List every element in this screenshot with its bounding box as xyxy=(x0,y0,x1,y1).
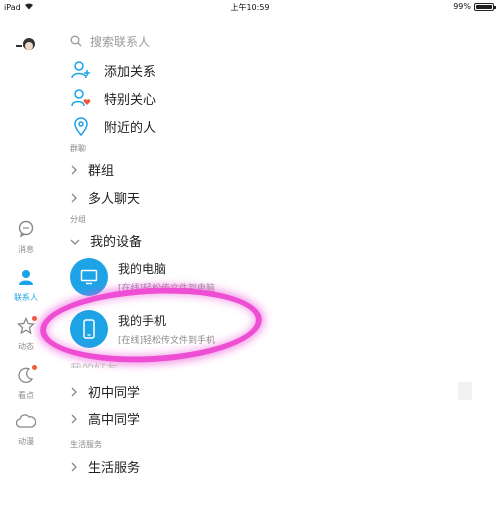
group-item-senior-high[interactable]: 高中同学 xyxy=(70,409,140,428)
group-item-junior-high[interactable]: 初中同学 xyxy=(70,382,140,401)
nav-item-contacts[interactable]: 联系人 xyxy=(0,268,52,303)
add-relation-item[interactable]: 添加关系 xyxy=(70,60,156,80)
multi-chat-label: 多人聊天 xyxy=(88,192,141,207)
multi-chat-item[interactable]: 多人聊天 xyxy=(70,188,140,207)
search-placeholder: 搜索联系人 xyxy=(90,34,151,49)
battery-percent: 99% xyxy=(453,2,471,11)
moon-icon xyxy=(17,365,37,388)
status-bar: iPad 上午10:59 99% xyxy=(0,0,500,14)
device-name: 我的手机 xyxy=(118,314,167,328)
nav-label-feed: 动态 xyxy=(18,342,34,351)
heart-person-icon xyxy=(70,88,92,108)
message-icon xyxy=(17,220,35,242)
scroll-handle[interactable] xyxy=(458,382,472,400)
star-icon xyxy=(16,316,37,339)
nav-rail: 消息 联系人 动态 看点 动漫 xyxy=(0,14,52,532)
nav-label-anime: 动漫 xyxy=(18,437,34,446)
nav-item-kandian[interactable]: 看点 xyxy=(0,365,52,401)
cloud-icon xyxy=(15,414,37,434)
device-name: 我的电脑 xyxy=(118,262,167,276)
badge-dot xyxy=(32,365,37,370)
chevron-right-icon xyxy=(70,457,78,476)
device-item-computer[interactable]: 我的电脑 [在线]轻松传文件到电脑 xyxy=(70,258,215,296)
search-input[interactable]: 搜索联系人 xyxy=(70,32,370,50)
section-header-qunliao: 群聊 xyxy=(70,144,86,153)
chevron-right-icon xyxy=(70,188,78,207)
senior-high-label: 高中同学 xyxy=(88,413,141,428)
nav-item-anime[interactable]: 动漫 xyxy=(0,414,52,447)
section-header-fenzu: 分组 xyxy=(70,215,86,224)
status-time: 上午10:59 xyxy=(230,3,270,12)
special-care-item[interactable]: 特别关心 xyxy=(70,88,156,108)
chevron-right-icon xyxy=(70,160,78,179)
add-person-icon xyxy=(70,60,92,80)
device-status: [在线]轻松传文件到手机 xyxy=(118,336,216,346)
add-relation-label: 添加关系 xyxy=(104,64,157,80)
chevron-right-icon xyxy=(70,409,78,428)
device-status: [在线]轻松传文件到电脑 xyxy=(118,284,216,294)
section-header-services: 生活服务 xyxy=(70,440,102,449)
computer-icon xyxy=(70,258,108,296)
avatar[interactable] xyxy=(12,32,40,60)
device-item-phone[interactable]: 我的手机 [在线]轻松传文件到手机 xyxy=(70,310,215,348)
life-services-label: 生活服务 xyxy=(88,461,141,476)
groups-label: 群组 xyxy=(88,164,115,179)
phone-icon xyxy=(70,310,108,348)
battery-fill xyxy=(476,4,492,9)
my-devices-label: 我的设备 xyxy=(90,235,143,250)
search-icon xyxy=(70,32,82,51)
junior-high-label: 初中同学 xyxy=(88,386,141,401)
nav-label-kandian: 看点 xyxy=(18,391,34,400)
nearby-people-label: 附近的人 xyxy=(104,120,157,136)
contacts-icon xyxy=(17,268,35,290)
location-pin-icon xyxy=(70,116,92,136)
badge-dot xyxy=(32,316,37,321)
battery-icon xyxy=(474,2,496,11)
chevron-right-icon xyxy=(70,382,78,401)
nav-item-messages[interactable]: 消息 xyxy=(0,220,52,255)
special-care-label: 特别关心 xyxy=(104,92,157,108)
nav-label-messages: 消息 xyxy=(18,245,34,254)
nav-label-contacts: 联系人 xyxy=(14,293,38,302)
chevron-down-icon xyxy=(70,231,80,250)
group-list-item[interactable]: 群组 xyxy=(70,160,114,179)
nearby-people-item[interactable]: 附近的人 xyxy=(70,116,156,136)
life-services-item[interactable]: 生活服务 xyxy=(70,457,140,476)
my-devices-group[interactable]: 我的设备 xyxy=(70,231,142,250)
nav-item-feed[interactable]: 动态 xyxy=(0,316,52,352)
my-friends-partial-label: 我的好友 xyxy=(70,360,118,368)
